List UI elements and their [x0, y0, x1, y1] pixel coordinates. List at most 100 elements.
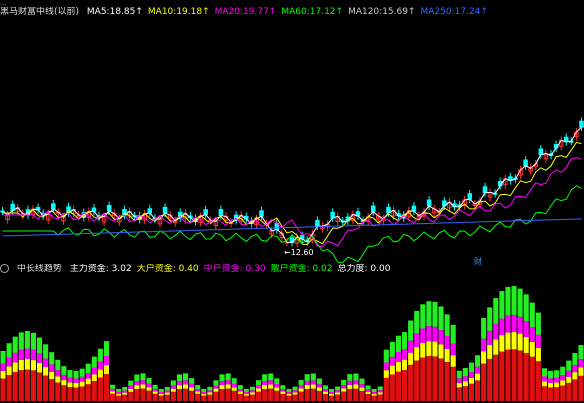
flow-bar-seg: [183, 388, 189, 401]
flow-bar-seg: [548, 382, 554, 388]
flow-bar-seg: [426, 356, 432, 401]
flow-bar-seg: [189, 378, 195, 384]
flow-bar-seg: [207, 386, 213, 391]
flow-bar-seg: [420, 328, 426, 343]
price-chart[interactable]: ←12.60财: [0, 11, 584, 267]
flow-bar-seg: [462, 381, 468, 387]
flow-bar-seg: [170, 388, 176, 392]
flow-bar-seg: [414, 333, 420, 347]
flow-bar-seg: [408, 364, 414, 401]
flow-bar-seg: [572, 364, 578, 373]
flow-bar-seg: [499, 351, 505, 401]
fund-flow-chart[interactable]: [0, 276, 584, 401]
flow-bar-seg: [432, 356, 438, 401]
flow-bar-seg: [243, 391, 249, 394]
flow-bar-seg: [304, 374, 310, 381]
flow-bar-seg: [304, 380, 310, 385]
flow-bar-seg: [359, 390, 365, 401]
flow-bar-seg: [55, 359, 61, 371]
flow-bar-seg: [268, 388, 274, 401]
top-status-strip: ...: [0, 0, 584, 7]
flow-bar-seg: [475, 355, 481, 367]
flow-bar-seg: [49, 364, 55, 372]
candle-body: [538, 148, 544, 156]
flow-bar-seg: [456, 378, 462, 383]
flow-bar-seg: [110, 388, 116, 392]
flow-bar-seg: [183, 384, 189, 389]
flow-bar-seg: [310, 373, 316, 381]
flow-bar-seg: [377, 392, 383, 395]
flow-bar-seg: [274, 387, 280, 391]
flow-bar-seg: [487, 358, 493, 401]
flow-bar-seg: [389, 341, 395, 357]
flow-bar-seg: [243, 393, 249, 396]
flow-bar-seg: [158, 393, 164, 396]
flow-bar-seg: [456, 382, 462, 388]
flow-bar-seg: [414, 346, 420, 361]
flow-bar-seg: [353, 384, 359, 389]
flow-bar-seg: [128, 380, 134, 386]
flow-bar-seg: [249, 392, 255, 395]
flow-bar-seg: [18, 332, 24, 350]
flow-bar-seg: [450, 366, 456, 401]
flow-bar-seg: [462, 367, 468, 377]
flow-bar-seg: [134, 389, 140, 401]
flow-bar-seg: [389, 365, 395, 375]
flow-bar-seg: [341, 379, 347, 386]
flow-bar-seg: [103, 374, 109, 401]
flow-bar-seg: [395, 352, 401, 362]
flow-bar-seg: [73, 378, 79, 383]
flow-bar-seg: [243, 388, 249, 392]
flow-bar-seg: [37, 337, 43, 354]
flow-bar-seg: [280, 389, 286, 392]
flow-bar-seg: [67, 370, 73, 378]
flow-bar-seg: [572, 352, 578, 365]
candle-body: [162, 206, 168, 214]
candle-body: [426, 199, 432, 207]
flow-bar-seg: [97, 361, 103, 370]
flow-bar-seg: [292, 390, 298, 393]
flow-bar-seg: [30, 370, 36, 401]
flow-bar-seg: [122, 392, 128, 395]
flow-bar-seg: [274, 390, 280, 401]
flow-bar-seg: [353, 388, 359, 401]
flow-bar-seg: [0, 351, 6, 364]
flow-bar-seg: [481, 351, 487, 364]
indicator-title[interactable]: 中长线趋势: [17, 264, 62, 274]
flow-bar-seg: [383, 370, 389, 378]
flow-bar-seg: [316, 387, 322, 391]
flow-bar-seg: [395, 361, 401, 372]
flow-bar-seg: [493, 354, 499, 401]
flow-bar-seg: [18, 370, 24, 401]
flow-bar-seg: [402, 359, 408, 370]
flow-bar-seg: [286, 391, 292, 394]
flow-bar-seg: [30, 349, 36, 361]
flow-bar-seg: [335, 392, 341, 395]
flow-bar-seg: [249, 394, 255, 401]
flow-bar-seg: [231, 390, 237, 401]
flow-bar-seg: [517, 316, 523, 334]
flow-bar-seg: [183, 380, 189, 385]
flow-bar-seg: [55, 382, 61, 401]
flow-bar-seg: [517, 350, 523, 401]
flow-bar-seg: [189, 383, 195, 388]
flow-bar-seg: [6, 357, 12, 367]
flow-bar-seg: [329, 388, 335, 392]
flow-bar-seg: [6, 374, 12, 401]
flow-bar-seg: [566, 370, 572, 377]
flow-bar-seg: [541, 376, 547, 382]
flow-bar-seg: [322, 391, 328, 394]
flow-bar-seg: [164, 392, 170, 395]
flow-bar-seg: [213, 380, 219, 386]
flow-bar-seg: [432, 326, 438, 342]
flow-bar-seg: [329, 391, 335, 394]
flow-bar-seg: [103, 341, 109, 357]
flow-bar-seg: [408, 320, 414, 341]
settings-gear-icon[interactable]: [0, 264, 9, 273]
flow-bar-seg: [541, 368, 547, 377]
flow-bar-seg: [79, 368, 85, 377]
flow-bar-seg: [438, 358, 444, 401]
flow-bar-seg: [377, 394, 383, 401]
flow-bar-seg: [91, 356, 97, 368]
flow-bar-seg: [365, 385, 371, 390]
